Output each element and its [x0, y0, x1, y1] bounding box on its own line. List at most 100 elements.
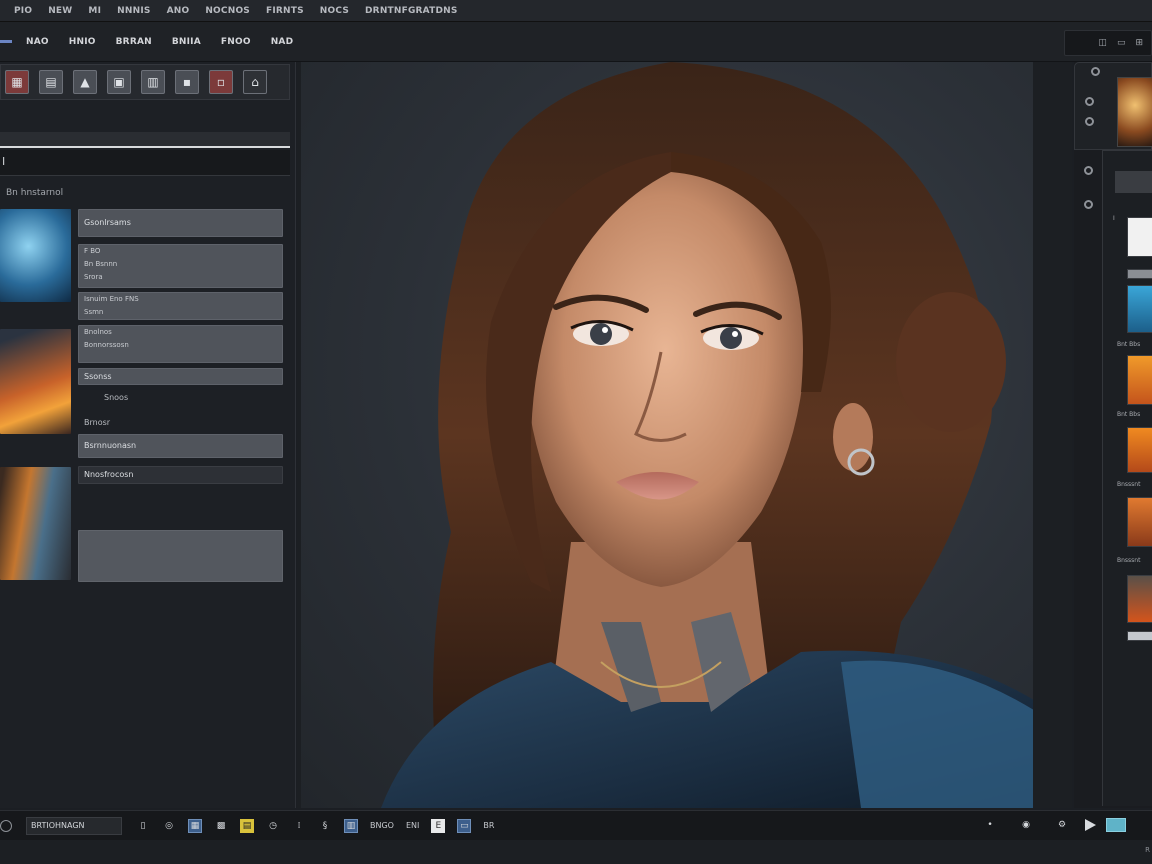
menu-item[interactable]: FIRNTS [266, 6, 304, 16]
search-input[interactable]: I [0, 150, 290, 176]
menu-item[interactable]: NOCNOS [205, 6, 250, 16]
toolbar-item[interactable]: FNOO [221, 37, 251, 47]
play-icon[interactable] [1085, 819, 1096, 831]
menu-bar: PIO NEW MI NNNIS ANO NOCNOS FIRNTS NOCS … [0, 0, 1152, 22]
toolbar-item[interactable]: BRRAN [116, 37, 152, 47]
status-text: BR [483, 821, 495, 830]
property-field[interactable]: Gsonlrsams [78, 209, 283, 237]
preview-box [1074, 62, 1152, 150]
radio-dot-icon[interactable] [1085, 117, 1094, 126]
layer-swatch[interactable] [1127, 217, 1152, 257]
property-field[interactable]: Ssonss [78, 368, 283, 385]
property-label: Snoos [104, 393, 129, 402]
spiral-icon[interactable]: ◎ [162, 819, 176, 833]
layer-swatch[interactable] [1127, 285, 1152, 333]
ruler-icon[interactable]: ⁞ [292, 819, 306, 833]
main-toolbar: NAO HNIO BRRAN BNIIA FNOO NAD ◫ ▭ ⊞ [0, 22, 1152, 62]
preview-thumbnail[interactable] [1117, 77, 1152, 147]
menu-item[interactable]: DRNTNFGRATDNS [365, 6, 458, 16]
field-line: Bonnorssosn [84, 341, 129, 349]
left-panel: ▦ ▤ ▲ ▣ ▥ ▪ ▫ ⌂ I Bn hnstarnol Gsonlrsam… [0, 62, 296, 808]
status-text: BNGO [370, 821, 394, 830]
monitor-icon[interactable]: ▭ [457, 818, 472, 833]
portrait-artwork [381, 62, 1033, 808]
layer-swatch[interactable] [1127, 355, 1152, 405]
toolbar-item[interactable]: BNIIA [172, 37, 201, 47]
field-line: Ssmn [84, 308, 104, 316]
layer-swatch[interactable] [1127, 575, 1152, 623]
toolbar-item[interactable]: NAD [271, 37, 294, 47]
export-icon[interactable]: ⌂ [243, 70, 267, 94]
layer-swatch[interactable] [1127, 269, 1152, 279]
menu-item[interactable]: NOCS [320, 6, 349, 16]
record-dot-icon[interactable]: • [983, 818, 997, 832]
document-icon[interactable]: E [431, 818, 446, 833]
adjust-icon[interactable]: ▪ [175, 70, 199, 94]
field-line: F BO [84, 247, 101, 255]
image-icon[interactable]: ▥ [141, 70, 165, 94]
menu-item[interactable]: NEW [48, 6, 72, 16]
layer-swatch[interactable] [1115, 171, 1152, 193]
asset-thumbnail[interactable] [0, 467, 71, 580]
property-field[interactable]: Bsrnnuonasn [78, 434, 283, 458]
asset-thumbnail[interactable] [0, 329, 71, 434]
menu-item[interactable]: ANO [167, 6, 190, 16]
gear-icon[interactable]: ⚙ [1055, 818, 1069, 832]
toolbar-item[interactable]: HNIO [69, 37, 96, 47]
status-circle-icon[interactable] [0, 819, 12, 832]
red-swatch-icon[interactable]: ▦ [5, 70, 29, 94]
layer-label: Bnsssnt [1117, 481, 1141, 488]
panel-toggle-icon[interactable] [0, 40, 12, 43]
layer-icon[interactable]: ▤ [39, 70, 63, 94]
layers-list: I Bnt Bbs Bnt Bbs Bnsssnt Bnsssnt [1102, 150, 1152, 806]
mountain-icon[interactable]: ▣ [107, 70, 131, 94]
bottom-strip: R [0, 840, 1152, 864]
playback-controls: • ◉ ⚙ [977, 818, 1126, 832]
lock-icon[interactable]: ▯ [136, 819, 150, 833]
field-line: Isnuim Eno FNS [84, 295, 139, 303]
dollar-icon[interactable]: § [318, 819, 332, 833]
status-text: ENI [405, 821, 420, 830]
screen-icon[interactable] [1106, 818, 1126, 832]
radio-dot-icon[interactable] [1084, 166, 1093, 175]
layer-swatch[interactable] [1127, 497, 1152, 547]
film-icon[interactable]: ▥ [344, 818, 358, 833]
field-line: Srora [84, 273, 103, 281]
section-title: Bn hnstarnol [6, 188, 64, 198]
radio-dot-icon[interactable] [1091, 67, 1100, 76]
frame-icon[interactable]: ▲ [73, 70, 97, 94]
note-icon[interactable]: ▤ [240, 818, 254, 833]
grid-icon[interactable]: ▩ [214, 819, 228, 833]
property-field[interactable]: Isnuim Eno FNS Ssmn [78, 292, 283, 320]
image-icon[interactable]: ▦ [188, 818, 202, 833]
radio-dot-icon[interactable] [1085, 97, 1094, 106]
preview-box[interactable] [78, 530, 283, 582]
canvas[interactable] [301, 62, 1033, 808]
target-icon[interactable]: ◉ [1019, 818, 1033, 832]
layer-swatch[interactable] [1127, 631, 1152, 641]
layer-label: I [1113, 215, 1115, 222]
tool-tray: ▦ ▤ ▲ ▣ ▥ ▪ ▫ ⌂ [0, 64, 290, 100]
property-field[interactable]: Nnosfrocosn [78, 466, 283, 484]
layer-swatch[interactable] [1127, 427, 1152, 473]
tile-icon[interactable]: ◫ [1098, 38, 1107, 48]
menu-item[interactable]: PIO [14, 6, 32, 16]
grid-icon[interactable]: ⊞ [1135, 38, 1143, 48]
toolbar-item[interactable]: NAO [26, 37, 49, 47]
status-bar: BRTIOHNAGN ▯ ◎ ▦ ▩ ▤ ◷ ⁞ § ▥ BNGO ENI E … [0, 810, 1152, 840]
corner-label: R [1145, 846, 1150, 854]
property-field[interactable]: Bnolnos Bonnorssosn [78, 325, 283, 363]
menu-item[interactable]: MI [88, 6, 101, 16]
layer-label: Bnt Bbs [1117, 341, 1141, 348]
radio-dot-icon[interactable] [1084, 200, 1093, 209]
maximize-icon[interactable]: ▭ [1117, 38, 1126, 48]
field-line: Bnolnos [84, 328, 112, 336]
clock-icon[interactable]: ◷ [266, 819, 280, 833]
color-icon[interactable]: ▫ [209, 70, 233, 94]
status-input[interactable]: BRTIOHNAGN [26, 816, 122, 835]
field-line: Bn Bsnnn [84, 260, 118, 268]
menu-item[interactable]: NNNIS [117, 6, 150, 16]
asset-thumbnail[interactable] [0, 209, 71, 302]
property-field[interactable]: F BO Bn Bsnnn Srora [78, 244, 283, 288]
layer-label: Bnsssnt [1117, 557, 1141, 564]
